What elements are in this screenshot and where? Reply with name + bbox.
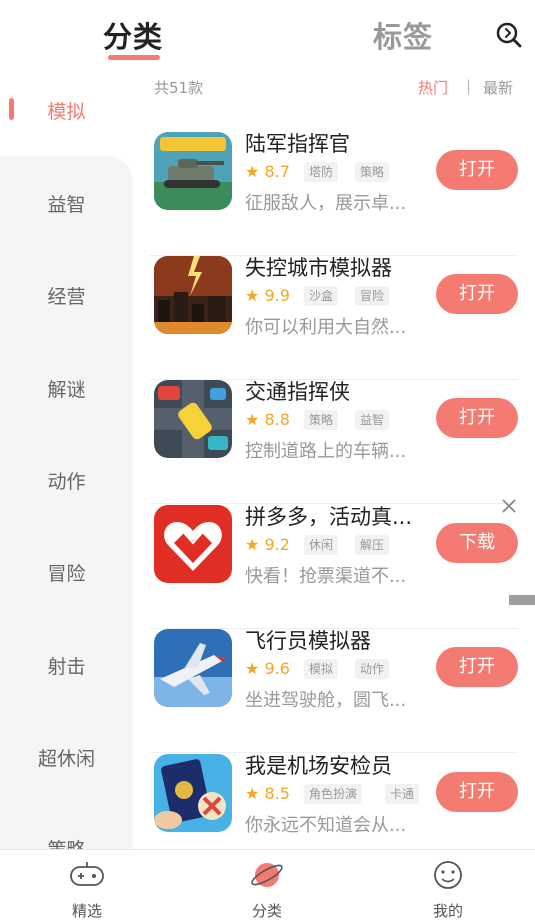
rating-value: 9.6 bbox=[264, 659, 290, 678]
app-rating: ★ 9.6 bbox=[245, 659, 290, 678]
app-tag: 休闲 bbox=[304, 535, 339, 555]
app-tag: 卡通 bbox=[385, 784, 420, 804]
app-description: 你永远不知道会从... bbox=[245, 815, 407, 836]
army-commander-icon bbox=[154, 132, 232, 210]
sidebar-item-puzzle[interactable]: 益智 bbox=[0, 190, 133, 217]
rating-value: 8.5 bbox=[264, 784, 290, 803]
smiley-icon bbox=[434, 861, 462, 889]
app-rating: ★ 8.5 bbox=[245, 784, 290, 803]
app-name: 交通指挥侠 bbox=[245, 380, 350, 404]
app-store-page: 分类 标签 模拟 益智 经营 解谜 动作 冒险 射击 超休闲 策略 共51款 热… bbox=[0, 0, 535, 920]
app-tag: 益智 bbox=[355, 410, 390, 430]
app-row[interactable]: 飞行员模拟器 ★ 9.6 模拟 动作 坐进驾驶舱，圆飞... 打开 bbox=[150, 629, 518, 753]
app-row[interactable]: 交通指挥侠 ★ 8.8 策略 益智 控制道路上的车辆... 打开 bbox=[150, 380, 518, 504]
rating-value: 9.9 bbox=[264, 286, 290, 305]
sort-hot-button[interactable]: 热门 bbox=[418, 77, 448, 98]
search-icon bbox=[496, 22, 522, 48]
city-simulator-icon bbox=[154, 256, 232, 334]
close-ad-button[interactable] bbox=[499, 496, 519, 516]
nav-item-profile[interactable]: 我的 bbox=[388, 850, 508, 920]
planet-icon bbox=[251, 863, 283, 887]
app-name: 拼多多，活动真... bbox=[245, 505, 413, 529]
app-description: 征服敌人，展示卓... bbox=[245, 193, 407, 214]
tab-active-indicator bbox=[108, 55, 160, 60]
nav-item-featured[interactable]: 精选 bbox=[27, 850, 147, 920]
open-button[interactable]: 打开 bbox=[436, 150, 518, 190]
category-sidebar: 模拟 益智 经营 解谜 动作 冒险 射击 超休闲 策略 bbox=[0, 64, 133, 849]
open-button[interactable]: 打开 bbox=[436, 274, 518, 314]
app-tag: 策略 bbox=[355, 162, 390, 182]
sidebar-item-riddle[interactable]: 解谜 bbox=[0, 375, 133, 402]
app-rating: ★ 8.7 bbox=[245, 162, 290, 181]
tab-tags[interactable]: 标签 bbox=[373, 14, 433, 56]
app-name: 飞行员模拟器 bbox=[245, 629, 371, 653]
app-description: 快看！抢票渠道不... bbox=[245, 566, 407, 587]
rating-value: 9.2 bbox=[264, 535, 290, 554]
open-button[interactable]: 打开 bbox=[436, 772, 518, 812]
app-tag: 模拟 bbox=[304, 659, 339, 679]
app-name: 我是机场安检员 bbox=[245, 754, 392, 778]
app-rating: ★ 9.9 bbox=[245, 286, 290, 305]
rating-value: 8.8 bbox=[264, 410, 290, 429]
sidebar-item-adventure[interactable]: 冒险 bbox=[0, 559, 133, 586]
app-description: 坐进驾驶舱，圆飞... bbox=[245, 690, 407, 711]
header: 分类 标签 bbox=[0, 0, 535, 64]
nav-label: 我的 bbox=[432, 902, 463, 920]
app-row[interactable]: 陆军指挥官 ★ 8.7 塔防 策略 征服敌人，展示卓... 打开 bbox=[150, 132, 518, 256]
app-name: 陆军指挥官 bbox=[245, 132, 350, 156]
app-tag: 冒险 bbox=[355, 286, 390, 306]
close-icon bbox=[502, 499, 516, 513]
open-button[interactable]: 打开 bbox=[436, 647, 518, 687]
app-description: 控制道路上的车辆... bbox=[245, 441, 407, 462]
sidebar-item-action[interactable]: 动作 bbox=[0, 467, 133, 494]
nav-label: 精选 bbox=[71, 902, 102, 920]
sidebar-item-shooting[interactable]: 射击 bbox=[0, 652, 133, 679]
sidebar-item-hypercasual[interactable]: 超休闲 bbox=[0, 744, 133, 771]
app-tag: 塔防 bbox=[304, 162, 339, 182]
app-tag: 动作 bbox=[355, 659, 390, 679]
gamepad-icon bbox=[70, 862, 104, 886]
app-name: 失控城市模拟器 bbox=[245, 256, 392, 280]
ad-badge bbox=[509, 595, 535, 605]
tab-category[interactable]: 分类 bbox=[103, 14, 163, 56]
pilot-simulator-icon bbox=[154, 629, 232, 707]
download-button[interactable]: 下载 bbox=[436, 523, 518, 563]
sort-new-button[interactable]: 最新 bbox=[483, 77, 513, 98]
search-button[interactable] bbox=[495, 21, 523, 49]
app-rating: ★ 9.2 bbox=[245, 535, 290, 554]
app-count: 共51款 bbox=[154, 79, 204, 97]
traffic-commander-icon bbox=[154, 380, 232, 458]
app-description: 你可以利用大自然... bbox=[245, 317, 407, 338]
app-tag: 角色扮演 bbox=[304, 784, 363, 804]
airport-security-icon bbox=[154, 754, 232, 832]
app-tag: 解压 bbox=[355, 535, 390, 555]
sidebar-item-simulation[interactable]: 模拟 bbox=[0, 97, 133, 124]
app-row[interactable]: 失控城市模拟器 ★ 9.9 沙盒 冒险 你可以利用大自然... 打开 bbox=[150, 256, 518, 380]
app-row[interactable]: 拼多多，活动真... ★ 9.2 休闲 解压 快看！抢票渠道不... 下载 bbox=[150, 499, 518, 629]
open-button[interactable]: 打开 bbox=[436, 398, 518, 438]
sidebar-item-management[interactable]: 经营 bbox=[0, 282, 133, 309]
sidebar-active-corner bbox=[99, 156, 133, 190]
app-tag: 策略 bbox=[304, 410, 339, 430]
nav-item-category[interactable]: 分类 bbox=[207, 850, 327, 920]
bottom-navigation: 精选 分类 我的 bbox=[0, 849, 535, 920]
sidebar-item-strategy[interactable]: 策略 bbox=[0, 835, 133, 849]
nav-label: 分类 bbox=[251, 902, 282, 920]
rating-value: 8.7 bbox=[264, 162, 290, 181]
sort-separator: | bbox=[466, 77, 472, 95]
pinduoduo-icon bbox=[154, 505, 232, 583]
app-rating: ★ 8.8 bbox=[245, 410, 290, 429]
app-tag: 沙盒 bbox=[304, 286, 339, 306]
